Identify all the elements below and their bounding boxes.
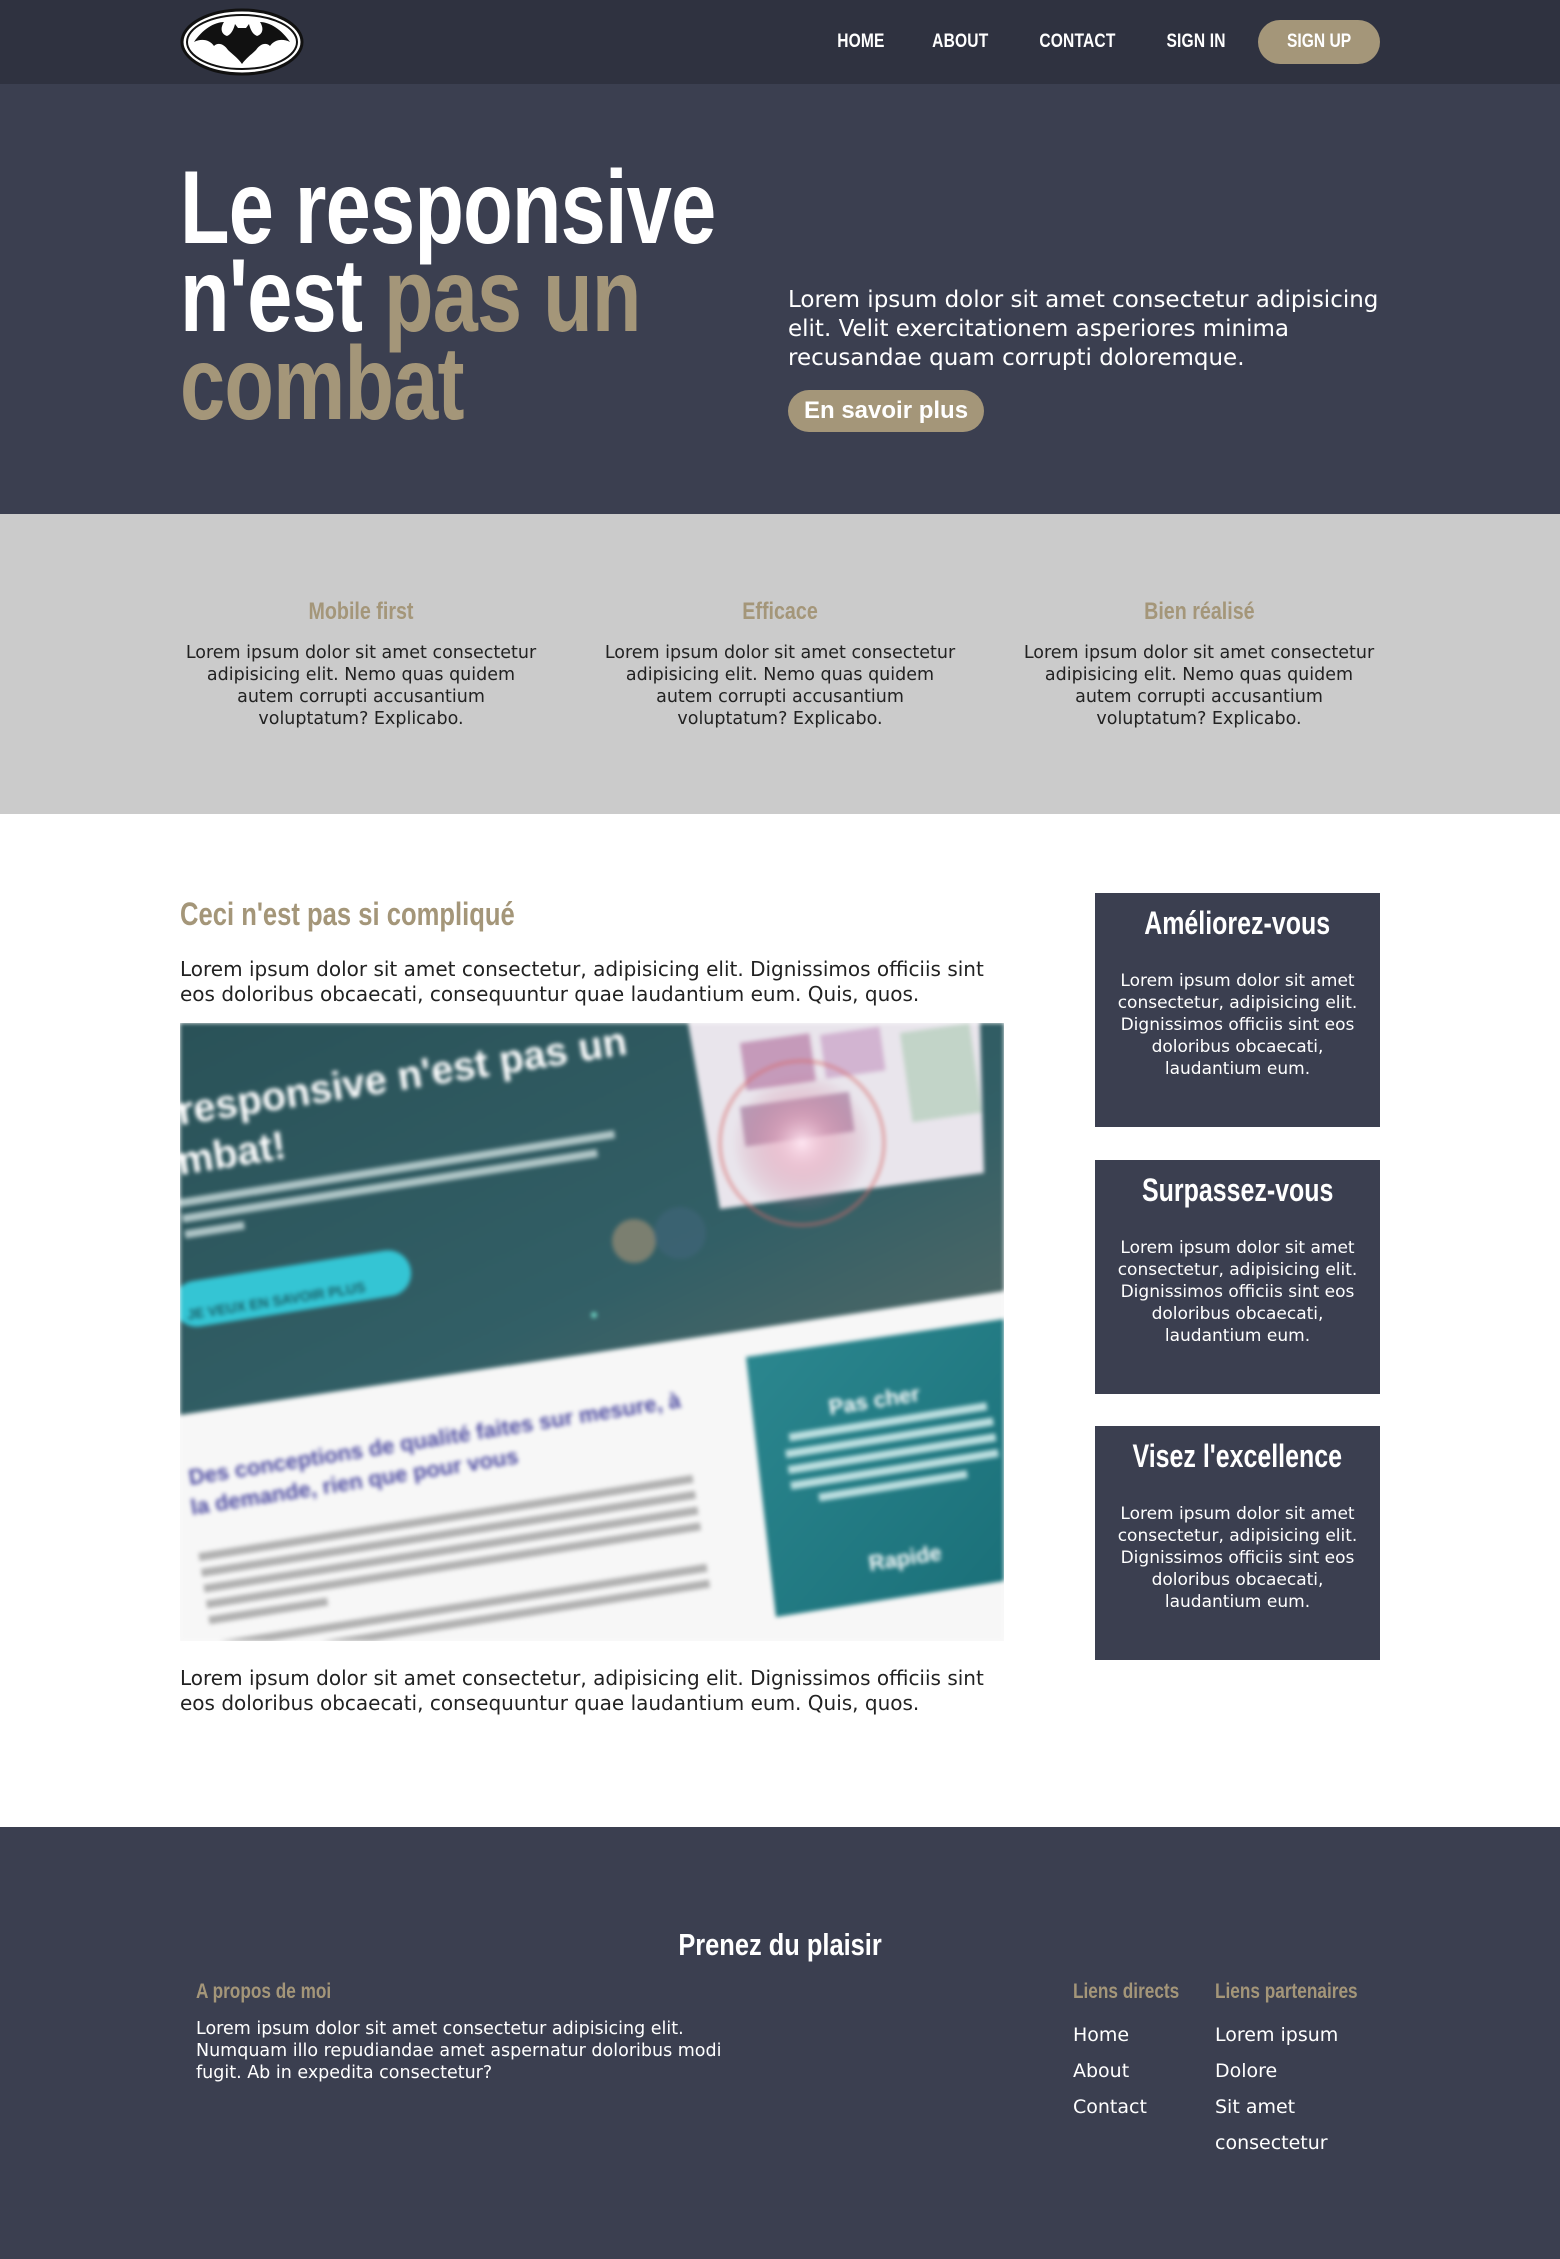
article-image: JE VEUX EN SAVOIR PLUS responsive n'est … [180, 1023, 1004, 1641]
nav-menu: HOME ABOUT CONTACT SIGN IN SIGN UP [796, 20, 1380, 64]
footer-title: Prenez du plaisir [0, 1927, 1560, 1963]
feature-efficace: Efficace Lorem ipsum dolor sit amet cons… [600, 598, 960, 730]
aside-card-surpassez: Surpassez-vous Lorem ipsum dolor sit ame… [1095, 1160, 1380, 1394]
footer-link-contact[interactable]: Contact [1073, 2089, 1147, 2125]
main-title: Ceci n'est pas si compliqué [180, 896, 515, 932]
hero-title: Le responsive n'est pas un combat [180, 156, 740, 442]
footer-about-text: Lorem ipsum dolor sit amet consectetur a… [196, 2019, 722, 2083]
hero-section: Le responsive n'est pas un combat Lorem … [0, 84, 1560, 514]
footer-link-about[interactable]: About [1073, 2053, 1147, 2089]
hero-description: Lorem ipsum dolor sit amet consectetur a… [788, 287, 1379, 371]
nav-link-home[interactable]: HOME [838, 31, 885, 53]
footer-partner-links: Lorem ipsum Dolore Sit amet consectetur [1215, 2017, 1338, 2161]
nav-link-signin[interactable]: SIGN IN [1166, 31, 1225, 53]
feature-text: Lorem ipsum dolor sit amet consectetur a… [185, 643, 537, 729]
aside-card-visez: Visez l'excellence Lorem ipsum dolor sit… [1095, 1426, 1380, 1660]
nav-link-about[interactable]: ABOUT [932, 31, 988, 53]
signup-button-label: SIGN UP [1286, 31, 1351, 52]
aside-card-text: Lorem ipsum dolor sit amet consectetur, … [1117, 1504, 1358, 1612]
feature-mobile-first: Mobile first Lorem ipsum dolor sit amet … [181, 598, 541, 730]
footer-direct-links: Home About Contact [1073, 2017, 1147, 2125]
footer-about-title: A propos de moi [196, 1980, 332, 2003]
aside-card-ameliorez: Améliorez-vous Lorem ipsum dolor sit ame… [1095, 893, 1380, 1127]
footer-partner-link[interactable]: consectetur [1215, 2125, 1338, 2161]
main-text-top: Lorem ipsum dolor sit amet consectetur, … [180, 957, 984, 1006]
footer-partner-link[interactable]: Dolore [1215, 2053, 1338, 2089]
aside-card-title: Surpassez-vous [1141, 1172, 1334, 1208]
footer-title-text: Prenez du plaisir [678, 1927, 882, 1962]
feature-text: Lorem ipsum dolor sit amet consectetur a… [604, 643, 956, 729]
feature-text: Lorem ipsum dolor sit amet consectetur a… [1023, 643, 1375, 729]
feature-title: Mobile first [308, 598, 414, 625]
main-text-bottom: Lorem ipsum dolor sit amet consectetur, … [180, 1666, 984, 1715]
signup-button[interactable]: SIGN UP [1257, 20, 1380, 64]
learn-more-button[interactable]: En savoir plus [788, 390, 985, 432]
footer-direct-links-title: Liens directs [1073, 1980, 1180, 2003]
footer-partner-link[interactable]: Lorem ipsum [1215, 2017, 1338, 2053]
aside-card-title: Améliorez-vous [1144, 905, 1331, 941]
footer-partner-links-title: Liens partenaires [1215, 1980, 1358, 2003]
features-section: Mobile first Lorem ipsum dolor sit amet … [0, 514, 1560, 814]
aside-card-text: Lorem ipsum dolor sit amet consectetur, … [1117, 971, 1358, 1079]
nav-link-contact[interactable]: CONTACT [1039, 31, 1115, 53]
bat-logo-icon[interactable] [180, 8, 304, 76]
aside-card-title: Visez l'excellence [1132, 1438, 1343, 1474]
footer-partner-link[interactable]: Sit amet [1215, 2089, 1338, 2125]
feature-bien-realise: Bien réalisé Lorem ipsum dolor sit amet … [1019, 598, 1379, 730]
aside-card-text: Lorem ipsum dolor sit amet consectetur, … [1117, 1238, 1358, 1346]
feature-title: Bien réalisé [1143, 598, 1255, 625]
hero-title-line-3: combat [180, 326, 465, 442]
top-navbar: HOME ABOUT CONTACT SIGN IN SIGN UP [0, 0, 1560, 84]
site-footer: Prenez du plaisir A propos de moi Lorem … [0, 1827, 1560, 2259]
footer-link-home[interactable]: Home [1073, 2017, 1147, 2053]
feature-title: Efficace [742, 598, 818, 625]
blurred-mockup-icon: JE VEUX EN SAVOIR PLUS responsive n'est … [180, 1023, 1004, 1641]
